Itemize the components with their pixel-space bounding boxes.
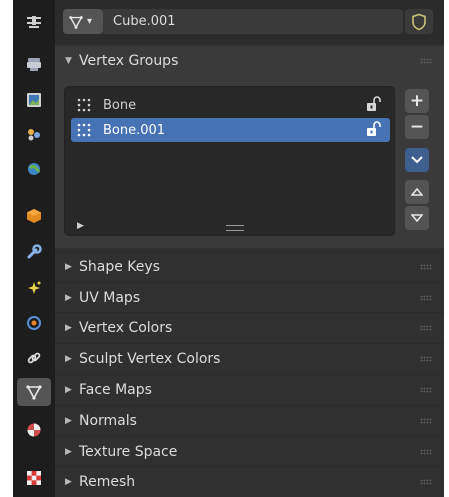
collapsed-arrow-icon: ▶	[65, 261, 72, 272]
panel-title: UV Maps	[79, 289, 141, 306]
constraints-icon	[27, 352, 41, 364]
face-maps-panel-header[interactable]: ▶ Face Maps	[55, 374, 444, 404]
panel-title: Shape Keys	[79, 258, 160, 275]
add-vertex-group-button[interactable]: +	[405, 89, 429, 113]
vertex-groups-panel: Bone Bone.001 ▶ + −	[55, 76, 444, 248]
collapsed-arrow-icon: ▶	[65, 292, 72, 303]
panel-title: Normals	[79, 412, 137, 429]
shield-icon	[412, 13, 426, 30]
expanded-arrow-icon: ▼	[65, 56, 72, 66]
tab-view-layer[interactable]	[17, 120, 51, 148]
tab-physics[interactable]	[17, 309, 51, 337]
vertex-group-specials-button[interactable]	[405, 148, 429, 172]
panel-title: Vertex Colors	[79, 319, 173, 336]
particles-icon	[28, 281, 41, 294]
drag-grip-icon[interactable]	[420, 264, 432, 270]
triangle-down-icon	[411, 214, 423, 223]
list-item-label: Bone	[103, 97, 137, 113]
material-icon	[27, 423, 41, 437]
unlock-icon[interactable]	[366, 121, 382, 141]
vertex-group-list: Bone Bone.001 ▶	[64, 86, 395, 236]
panel-title: Face Maps	[79, 381, 152, 398]
mesh-name-field[interactable]: Cube.001	[103, 9, 403, 34]
tab-particles[interactable]	[17, 274, 51, 302]
tab-tool[interactable]	[17, 8, 51, 36]
texture-icon	[27, 471, 41, 485]
drag-grip-icon[interactable]	[420, 479, 432, 485]
modifier-icon	[27, 244, 42, 259]
triangle-up-icon	[411, 187, 423, 196]
vertex-groups-panel-header[interactable]: ▼ Vertex Groups	[55, 46, 444, 76]
chevron-down-icon	[411, 156, 423, 164]
list-item[interactable]: Bone	[71, 93, 390, 117]
mesh-datablock-browse-button[interactable]: ▾	[63, 9, 103, 34]
tab-constraints[interactable]	[17, 344, 51, 372]
collapsed-arrow-icon: ▶	[65, 476, 72, 487]
list-resize-handle[interactable]	[226, 225, 244, 231]
chevron-down-icon: ▾	[87, 16, 93, 27]
drag-grip-icon[interactable]	[420, 418, 432, 424]
remesh-panel-header[interactable]: ▶ Remesh	[55, 466, 444, 496]
shape-keys-panel-header[interactable]: ▶ Shape Keys	[55, 251, 444, 281]
drag-grip-icon[interactable]	[420, 449, 432, 455]
list-item-label: Bone.001	[103, 122, 166, 138]
list-item[interactable]: Bone.001	[71, 118, 390, 142]
scene-icon	[28, 163, 40, 175]
move-up-button[interactable]	[405, 180, 429, 204]
fake-user-button[interactable]	[405, 9, 433, 34]
collapsed-arrow-icon: ▶	[65, 322, 72, 333]
physics-icon	[27, 316, 41, 330]
tab-material[interactable]	[17, 416, 51, 444]
move-down-button[interactable]	[405, 206, 429, 230]
remove-vertex-group-button[interactable]: −	[405, 115, 429, 139]
sculpt-vertex-colors-panel-header[interactable]: ▶ Sculpt Vertex Colors	[55, 343, 444, 373]
collapsed-arrow-icon: ▶	[65, 415, 72, 426]
render-icon	[27, 58, 41, 71]
list-filter-toggle-icon[interactable]: ▶	[77, 221, 84, 231]
drag-grip-icon[interactable]	[420, 58, 432, 64]
panel-title: Sculpt Vertex Colors	[79, 350, 221, 367]
mesh-data-icon	[26, 385, 42, 400]
properties-tab-bar	[13, 0, 55, 497]
object-icon	[27, 209, 41, 223]
drag-grip-icon[interactable]	[420, 356, 432, 362]
tab-mesh-data[interactable]	[17, 378, 51, 406]
unlock-icon[interactable]	[366, 96, 382, 116]
mesh-data-properties: ▾ Cube.001 ▼ Vertex Groups Bone Bone.001	[55, 0, 444, 497]
mesh-data-icon	[69, 15, 83, 29]
tab-render[interactable]	[17, 50, 51, 78]
vertex-colors-panel-header[interactable]: ▶ Vertex Colors	[55, 312, 444, 342]
panel-title: Remesh	[79, 473, 136, 490]
tab-texture[interactable]	[17, 464, 51, 492]
collapsed-arrow-icon: ▶	[65, 384, 72, 395]
output-icon	[27, 93, 41, 107]
uv-maps-panel-header[interactable]: ▶ UV Maps	[55, 282, 444, 312]
collapsed-arrow-icon: ▶	[65, 446, 72, 457]
minus-icon: −	[409, 117, 425, 137]
tab-scene[interactable]	[17, 155, 51, 183]
tab-output[interactable]	[17, 86, 51, 114]
tab-modifier[interactable]	[17, 238, 51, 266]
view-layer-icon	[28, 129, 40, 141]
vertex-group-icon	[77, 98, 91, 112]
tool-icon	[27, 16, 41, 28]
vertex-group-icon	[77, 123, 91, 137]
normals-panel-header[interactable]: ▶ Normals	[55, 405, 444, 435]
texture-space-panel-header[interactable]: ▶ Texture Space	[55, 436, 444, 466]
drag-grip-icon[interactable]	[420, 387, 432, 393]
drag-grip-icon[interactable]	[420, 295, 432, 301]
tab-object[interactable]	[17, 202, 51, 230]
panel-title: Texture Space	[79, 443, 178, 460]
plus-icon: +	[409, 91, 425, 111]
drag-grip-icon[interactable]	[420, 325, 432, 331]
collapsed-arrow-icon: ▶	[65, 353, 72, 364]
data-block-header: ▾ Cube.001	[55, 0, 444, 44]
panel-title: Vertex Groups	[79, 53, 179, 69]
